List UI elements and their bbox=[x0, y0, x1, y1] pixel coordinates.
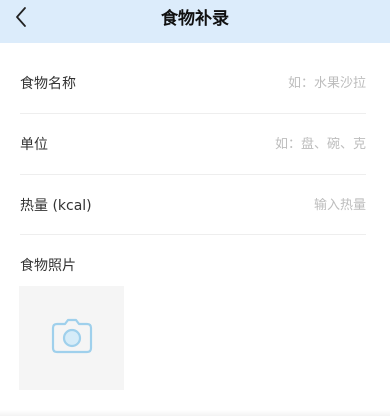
unit-label: 单位 bbox=[20, 137, 48, 153]
bottom-edge bbox=[0, 410, 390, 416]
page-title: 食物补录 bbox=[161, 9, 229, 29]
unit-input[interactable] bbox=[186, 136, 366, 152]
top-bar: 食物补录 bbox=[0, 0, 390, 43]
food-name-input[interactable] bbox=[186, 75, 366, 91]
unit-row: 单位 bbox=[20, 114, 366, 174]
calories-label: 热量 (kcal) bbox=[20, 198, 92, 214]
divider bbox=[20, 234, 366, 235]
camera-icon bbox=[51, 318, 93, 358]
food-name-label: 食物名称 bbox=[20, 76, 76, 92]
calories-row: 热量 (kcal) bbox=[20, 175, 366, 235]
food-name-row: 食物名称 bbox=[20, 53, 366, 113]
calories-input[interactable] bbox=[186, 197, 366, 213]
add-photo-button[interactable] bbox=[19, 286, 124, 390]
food-photo-label: 食物照片 bbox=[20, 258, 76, 274]
